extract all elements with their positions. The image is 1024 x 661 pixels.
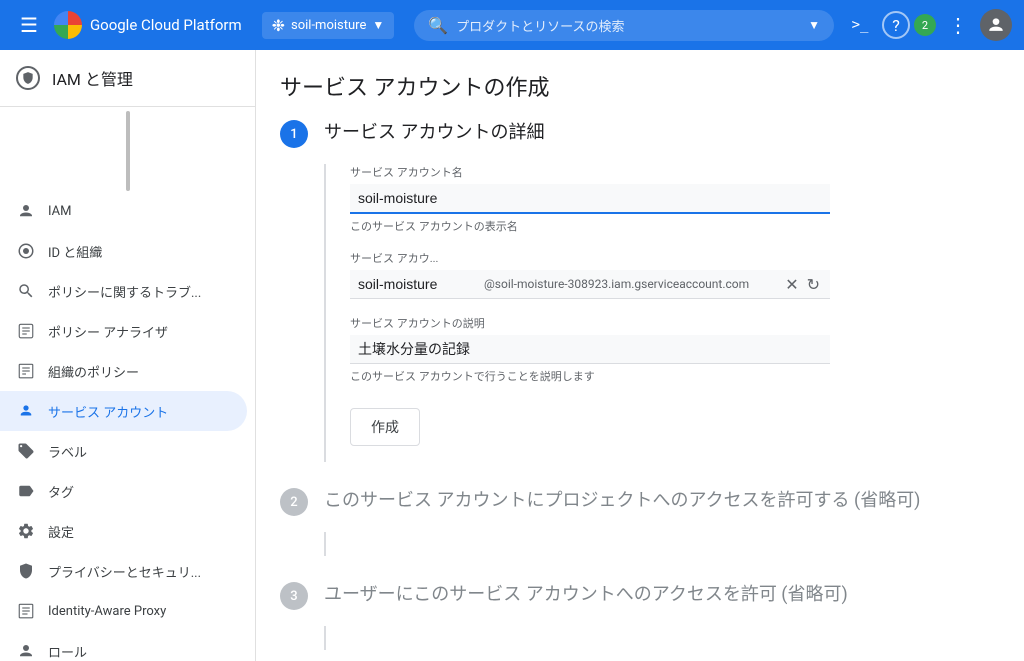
sidebar-item-privacy-security-label: プライバシーとセキュリ... [48, 562, 201, 581]
step-1-number: 1 [280, 120, 308, 148]
sidebar-item-iap[interactable]: Identity-Aware Proxy [0, 591, 247, 631]
service-account-id-actions: ✕ ↻ [783, 273, 830, 296]
service-account-name-input[interactable] [350, 184, 830, 214]
sidebar-item-policy-analyzer-label: ポリシー アナライザ [48, 322, 168, 341]
sidebar-item-labels-label: ラベル [48, 442, 87, 461]
step-1-section: 1 サービス アカウントの詳細 サービス アカウント名 このサービス アカウント… [280, 118, 1000, 462]
sidebar-item-policy-analyzer[interactable]: ポリシー アナライザ [0, 311, 247, 351]
roles-icon [16, 641, 36, 661]
page-title: サービス アカウントの作成 [280, 50, 1000, 118]
step-1-header: 1 サービス アカウントの詳細 [280, 118, 1000, 148]
sidebar: IAM と管理 IAM ID と組織 ポリシーに関す [0, 50, 256, 661]
sidebar-item-tags[interactable]: タグ [0, 471, 247, 511]
sidebar-item-identity-label: ID と組織 [48, 242, 102, 261]
iam-shield-icon [16, 66, 40, 90]
project-name: soil-moisture [291, 18, 366, 33]
notification-badge[interactable]: 2 [914, 14, 936, 36]
sidebar-scroll-area: IAM ID と組織 ポリシーに関するトラブ... ポリシー アナライザ [0, 107, 255, 661]
identity-icon [16, 241, 36, 261]
help-button[interactable]: ? [882, 11, 910, 39]
create-button[interactable]: 作成 [350, 408, 420, 446]
step-3-number: 3 [280, 582, 308, 610]
main-content: サービス アカウントの作成 1 サービス アカウントの詳細 サービス アカウント… [256, 50, 1024, 661]
service-account-id-input[interactable] [350, 270, 480, 298]
settings-icon [16, 521, 36, 541]
step-2-title: このサービス アカウントにプロジェクトへのアクセスを許可する (省略可) [324, 486, 920, 512]
labels-icon [16, 441, 36, 461]
sidebar-item-privacy-security[interactable]: プライバシーとセキュリ... [0, 551, 247, 591]
menu-icon[interactable]: ☰ [12, 5, 46, 45]
iam-icon [16, 201, 36, 221]
sidebar-item-org-policy[interactable]: 組織のポリシー [0, 351, 247, 391]
sidebar-item-identity[interactable]: ID と組織 [0, 231, 247, 271]
step-1-title: サービス アカウントの詳細 [324, 118, 544, 144]
step-3-header: 3 ユーザーにこのサービス アカウントへのアクセスを許可 (省略可) [280, 580, 1000, 610]
service-account-desc-group: サービス アカウントの説明 このサービス アカウントで行うことを説明します [350, 315, 1000, 384]
service-account-desc-input[interactable] [350, 335, 830, 364]
service-account-name-hint: このサービス アカウントの表示名 [350, 218, 1000, 234]
sidebar-item-service-accounts-label: サービス アカウント [48, 402, 168, 421]
search-dropdown-arrow: ▼ [808, 18, 820, 32]
project-icon: ❉ [272, 16, 285, 35]
app-title: Google Cloud Platform [90, 16, 242, 34]
tags-icon [16, 481, 36, 501]
project-dropdown-arrow: ▼ [372, 18, 384, 32]
step-3-line [324, 626, 1000, 650]
sidebar-item-iam-label: IAM [48, 204, 71, 219]
service-account-name-group: サービス アカウント名 このサービス アカウントの表示名 [350, 164, 1000, 234]
policy-analyzer-icon [16, 321, 36, 341]
step-3-title: ユーザーにこのサービス アカウントへのアクセスを許可 (省略可) [324, 580, 848, 606]
service-account-id-suffix: @soil-moisture-308923.iam.gserviceaccoun… [480, 271, 783, 297]
user-avatar[interactable] [980, 9, 1012, 41]
sidebar-item-policy-troubleshoot[interactable]: ポリシーに関するトラブ... [0, 271, 247, 311]
policy-troubleshoot-icon [16, 281, 36, 301]
org-policy-icon [16, 361, 36, 381]
sidebar-item-tags-label: タグ [48, 482, 74, 501]
sidebar-item-iap-label: Identity-Aware Proxy [48, 604, 166, 619]
nav-actions: >_ ? 2 ⋮ [842, 7, 1012, 43]
service-account-id-label: サービス アカウ... [350, 250, 1000, 266]
sidebar-item-labels[interactable]: ラベル [0, 431, 247, 471]
refresh-id-button[interactable]: ↻ [805, 273, 822, 296]
sidebar-scrollbar-thumb[interactable] [126, 111, 130, 191]
search-icon: 🔍 [428, 16, 448, 35]
service-account-name-label: サービス アカウント名 [350, 164, 1000, 180]
sidebar-item-settings-label: 設定 [48, 522, 74, 541]
service-account-desc-hint: このサービス アカウントで行うことを説明します [350, 368, 1000, 384]
step-2-number: 2 [280, 488, 308, 516]
sidebar-title: IAM と管理 [52, 66, 133, 90]
sidebar-header: IAM と管理 [0, 50, 255, 107]
step-3-section: 3 ユーザーにこのサービス アカウントへのアクセスを許可 (省略可) [280, 580, 1000, 650]
clear-id-button[interactable]: ✕ [783, 273, 800, 296]
project-selector[interactable]: ❉ soil-moisture ▼ [262, 12, 395, 39]
service-account-id-field: @soil-moisture-308923.iam.gserviceaccoun… [350, 270, 830, 299]
google-cloud-logo-icon [54, 11, 82, 39]
cloud-shell-button[interactable]: >_ [842, 7, 878, 43]
sidebar-item-roles-label: ロール [48, 642, 87, 661]
privacy-security-icon [16, 561, 36, 581]
sidebar-item-policy-troubleshoot-label: ポリシーに関するトラブ... [48, 282, 201, 301]
search-placeholder-text: プロダクトとリソースの検索 [456, 16, 800, 35]
sidebar-item-roles[interactable]: ロール [0, 631, 247, 661]
step-2-line [324, 532, 1000, 556]
search-bar[interactable]: 🔍 プロダクトとリソースの検索 ▼ [414, 10, 834, 41]
service-accounts-icon [16, 401, 36, 421]
iap-icon [16, 601, 36, 621]
sidebar-item-iam[interactable]: IAM [0, 191, 247, 231]
step-2-header: 2 このサービス アカウントにプロジェクトへのアクセスを許可する (省略可) [280, 486, 1000, 516]
sidebar-item-org-policy-label: 組織のポリシー [48, 362, 139, 381]
service-account-id-group: サービス アカウ... @soil-moisture-308923.iam.gs… [350, 250, 1000, 299]
sidebar-item-service-accounts[interactable]: サービス アカウント [0, 391, 247, 431]
service-account-desc-label: サービス アカウントの説明 [350, 315, 1000, 331]
top-navigation: ☰ Google Cloud Platform ❉ soil-moisture … [0, 0, 1024, 50]
main-layout: IAM と管理 IAM ID と組織 ポリシーに関す [0, 50, 1024, 661]
step-2-section: 2 このサービス アカウントにプロジェクトへのアクセスを許可する (省略可) [280, 486, 1000, 556]
sidebar-item-settings[interactable]: 設定 [0, 511, 247, 551]
step-1-content: サービス アカウント名 このサービス アカウントの表示名 サービス アカウ...… [324, 164, 1000, 462]
more-options-button[interactable]: ⋮ [940, 7, 976, 43]
app-logo: Google Cloud Platform [54, 11, 242, 39]
